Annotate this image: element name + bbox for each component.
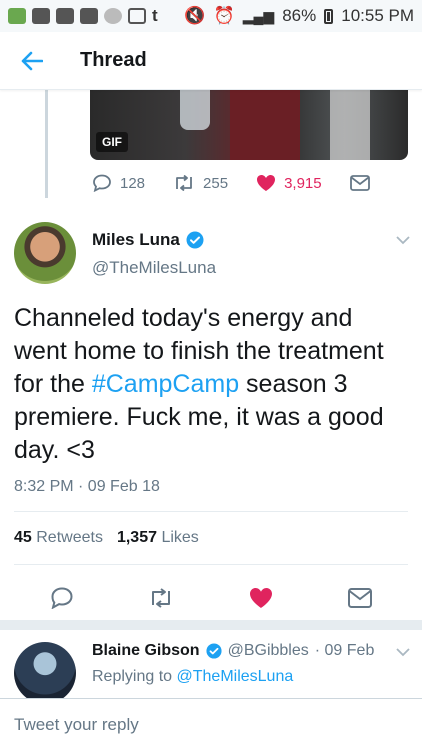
clock: 10:55 PM [341,6,414,25]
retweets-stat-count: 45 [14,529,32,546]
divider [14,511,408,512]
author-name[interactable]: Miles Luna [92,230,180,250]
reply-count: 128 [120,174,146,192]
share-envelope-icon [349,175,370,191]
share-button[interactable] [336,578,384,618]
previous-tweet-actions: 128 255 3,915 [92,174,398,192]
engagement-counts: 45 Retweets 1,357 Likes [14,529,199,547]
reply-button[interactable]: 128 [92,174,145,192]
tweet-text-line: Channeled today's energy and [14,304,353,332]
gif-figure [180,90,210,130]
gif-figure [230,90,300,160]
reply-date: · 09 Feb [314,642,375,659]
battery-icon [324,8,334,24]
verified-badge-icon [206,643,222,659]
hashtag-link[interactable]: #CampCamp [92,370,239,398]
avatar[interactable] [14,222,76,284]
retweets-stat[interactable]: 45 Retweets [14,529,103,547]
reply-menu-button[interactable] [396,644,410,662]
tweet-timestamp: 8:32 PM · 09 Feb 18 [14,478,160,495]
notification-icons: t [8,6,158,26]
divider [14,564,408,565]
tweet-text-fragment: for the [14,370,92,398]
tweet-action-bar [0,574,422,622]
chat-notification-icon [56,8,74,24]
retweet-button[interactable] [137,578,185,618]
chevron-down-icon [396,236,410,245]
image-notification-icon [128,8,146,24]
like-count: 3,915 [284,174,322,192]
share-envelope-icon [348,588,373,608]
retweet-count: 255 [203,174,229,192]
gif-figure [330,90,370,160]
reply-button[interactable] [38,578,86,618]
avatar[interactable] [14,642,76,698]
tweet-text-line: for the #CampCamp season 3 [14,368,408,401]
retweet-icon [152,588,171,608]
replying-to: Replying to @TheMilesLuna [92,668,293,686]
carrier-badge: t [152,6,158,25]
reply-input[interactable] [14,714,408,735]
status-bar: t 🔇 ⏰ ▂▄▆ 86% 10:55 PM [0,0,422,32]
page-title: Thread [80,49,147,71]
heart-filled-icon [257,175,276,191]
alarm-icon: ⏰ [213,6,235,25]
reply-author-name[interactable]: Blaine Gibson [92,642,200,660]
share-button[interactable] [349,175,370,191]
reply-author-row: Blaine Gibson @BGibbles · 09 Feb [92,642,374,660]
likes-stat-label: Likes [161,529,199,546]
gif-badge: GIF [96,132,128,152]
like-button[interactable]: 3,915 [256,174,322,192]
replying-to-handle[interactable]: @TheMilesLuna [177,668,294,685]
tweet-text: Channeled today's energy and went home t… [14,302,408,467]
tweet-text-line: premiere. Fuck me, it was a good [14,403,384,431]
back-button[interactable] [0,32,64,90]
author-handle[interactable]: @TheMilesLuna [92,258,216,278]
back-arrow-icon [21,51,43,70]
author-row: Miles Luna [92,230,204,250]
likes-stat-count: 1,357 [116,529,157,546]
chevron-down-icon [396,648,410,657]
tweet-text-line: went home to finish the treatment [14,337,384,365]
reply-tweet[interactable]: Blaine Gibson @BGibbles · 09 Feb Replyin… [0,630,422,698]
tweet-text-fragment: season 3 [239,370,348,398]
likes-stat[interactable]: 1,357 Likes [117,529,199,547]
chat-notification-icon [80,8,98,24]
reply-icon [93,174,111,192]
phone-notification-icon [104,8,122,24]
battery-percent: 86% [282,6,317,25]
reply-author-handle[interactable]: @BGibbles [228,642,309,660]
mute-icon: 🔇 [184,6,206,25]
app-notification-icon [8,8,26,24]
heart-filled-icon [249,588,272,608]
retweets-stat-label: Retweets [36,529,103,546]
signal-icon: ▂▄▆ [242,7,275,24]
tweet-menu-button[interactable] [396,232,410,250]
previous-tweet[interactable]: GIF 128 255 3,915 [0,90,422,208]
like-button[interactable] [237,578,285,618]
app-header: Thread [0,32,422,90]
retweet-button[interactable]: 255 [173,175,228,192]
tweet-text-line: day. <3 [14,436,95,464]
gif-media[interactable]: GIF [90,90,408,160]
section-separator [0,620,422,630]
thread-connector [45,90,48,198]
verified-badge-icon [186,231,204,249]
reply-composer [0,698,422,750]
chat-notification-icon [32,8,50,24]
reply-icon [51,587,73,609]
retweet-icon [176,175,192,191]
system-status: 🔇 ⏰ ▂▄▆ 86% 10:55 PM [184,6,414,26]
replying-to-label: Replying to [92,668,173,685]
